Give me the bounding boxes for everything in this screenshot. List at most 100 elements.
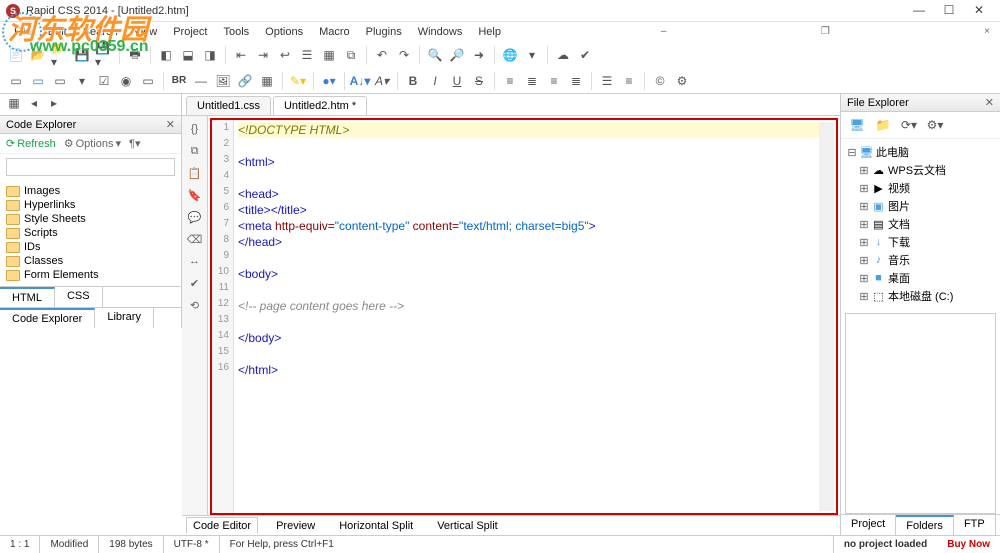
find-icon[interactable]: 🔍 (425, 45, 445, 65)
validate-icon[interactable]: ✔ (575, 45, 595, 65)
tree-item[interactable]: ⊞↓下载 (847, 233, 994, 251)
replace-icon[interactable]: 🔎 (447, 45, 467, 65)
line-numbers-icon[interactable]: ☰ (297, 45, 317, 65)
code-editor[interactable]: 1234 5678 9101112 13141516 <!DOCTYPE HTM… (210, 118, 838, 515)
menu-macro[interactable]: Macro (311, 24, 358, 40)
font-style-icon[interactable]: A▾ (372, 71, 392, 91)
tab-vertical-split[interactable]: Vertical Split (431, 518, 504, 534)
menu-edit[interactable]: Edit (40, 24, 75, 40)
refresh-icon[interactable]: ⟳▾ (899, 115, 919, 135)
maximize-button[interactable]: ☐ (934, 1, 964, 21)
next-tab-icon[interactable]: ▸ (44, 93, 64, 113)
editor-scrollbar[interactable] (819, 122, 834, 511)
bookmark-toggle-icon[interactable]: 🔖 (186, 186, 204, 204)
list-ol-icon[interactable]: ≡ (619, 71, 639, 91)
tab-horizontal-split[interactable]: Horizontal Split (333, 518, 419, 534)
tree-item-classes[interactable]: Classes (6, 254, 175, 268)
highlight-icon[interactable]: ✎▾ (288, 71, 308, 91)
bookmark-icon[interactable]: ⧉ (341, 45, 361, 65)
tree-root[interactable]: ⊟🖥此电脑 (847, 143, 994, 161)
tab-list-icon[interactable]: ▦ (4, 93, 24, 113)
tree-item[interactable]: ⊞■桌面 (847, 269, 994, 287)
settings-icon[interactable]: ⚙▾ (925, 115, 945, 135)
browser-preview-icon[interactable]: 🌐 (500, 45, 520, 65)
align-center-icon[interactable]: ≣ (522, 71, 542, 91)
refresh-button[interactable]: ⟳Refresh (6, 137, 56, 150)
open-dropdown-icon[interactable]: 📁▾ (50, 45, 70, 65)
preview-dropdown-icon[interactable]: ▾ (522, 45, 542, 65)
spell-check-icon[interactable]: ✔ (186, 274, 204, 292)
ruler-icon[interactable]: ▦ (319, 45, 339, 65)
tree-item-ids[interactable]: IDs (6, 240, 175, 254)
list-ul-icon[interactable]: ☰ (597, 71, 617, 91)
textarea-icon[interactable]: ▭ (50, 71, 70, 91)
options-button[interactable]: ⚙Options▾ (64, 137, 121, 150)
menu-windows[interactable]: Windows (410, 24, 471, 40)
close-panel-icon[interactable]: ✕ (985, 96, 994, 109)
tab-html[interactable]: HTML (0, 287, 55, 307)
tree-item[interactable]: ⊞▣图片 (847, 197, 994, 215)
input-icon[interactable]: ▭ (28, 71, 48, 91)
table-icon[interactable]: ▦ (257, 71, 277, 91)
computer-icon[interactable]: 🖥 (847, 115, 867, 135)
tab-ftp[interactable]: FTP (954, 515, 996, 535)
file-tab-1[interactable]: Untitled1.css (186, 96, 271, 115)
hr-icon[interactable]: — (191, 71, 211, 91)
radio-icon[interactable]: ◉ (116, 71, 136, 91)
indent-left-icon[interactable]: ⇤ (231, 45, 251, 65)
button-icon[interactable]: ▭ (138, 71, 158, 91)
tree-item[interactable]: ⊞▶视频 (847, 179, 994, 197)
child-close-button[interactable]: × (980, 25, 994, 39)
outline-icon[interactable]: 📋 (186, 164, 204, 182)
code-content[interactable]: <!DOCTYPE HTML> <html> <head> <title></t… (234, 120, 836, 513)
tree-item-images[interactable]: Images (6, 184, 175, 198)
italic-icon[interactable]: I (425, 71, 445, 91)
comment-icon[interactable]: 💬 (186, 208, 204, 226)
menu-project[interactable]: Project (165, 24, 215, 40)
uncomment-icon[interactable]: ⌫ (186, 230, 204, 248)
save-as-icon[interactable]: 💾▾ (94, 45, 114, 65)
br-button[interactable]: BR (169, 71, 189, 91)
tab-folders[interactable]: Folders (896, 515, 954, 535)
goto-icon[interactable]: ➜ (469, 45, 489, 65)
toggle-bottom-panel-icon[interactable]: ⬓ (178, 45, 198, 65)
tab-preview[interactable]: Preview (270, 518, 321, 534)
close-panel-icon[interactable]: ✕ (166, 118, 175, 131)
image-icon[interactable]: 🖼 (213, 71, 233, 91)
tree-item[interactable]: ⊞▤文档 (847, 215, 994, 233)
tab-library[interactable]: Library (95, 308, 154, 328)
search-input[interactable] (6, 158, 175, 176)
tree-item[interactable]: ⊞☁WPS云文档 (847, 161, 994, 179)
print-icon[interactable]: 🖶 (125, 45, 145, 65)
tidy-icon[interactable]: ⟲ (186, 296, 204, 314)
tab-project[interactable]: Project (841, 515, 896, 535)
special-char-icon[interactable]: © (650, 71, 670, 91)
align-left-icon[interactable]: ≡ (500, 71, 520, 91)
tree-item-hyperlinks[interactable]: Hyperlinks (6, 198, 175, 212)
menu-tools[interactable]: Tools (215, 24, 257, 40)
align-justify-icon[interactable]: ≣ (566, 71, 586, 91)
word-wrap-icon[interactable]: ↩ (275, 45, 295, 65)
filter-icon[interactable]: ¶▾ (129, 137, 140, 150)
link-icon[interactable]: 🔗 (235, 71, 255, 91)
buy-now-button[interactable]: Buy Now (937, 539, 1000, 550)
checkbox-icon[interactable]: ☑ (94, 71, 114, 91)
font-icon[interactable]: A↓▾ (350, 71, 370, 91)
menu-options[interactable]: Options (257, 24, 311, 40)
menu-help[interactable]: Help (470, 24, 509, 40)
file-tab-2[interactable]: Untitled2.htm * (273, 96, 367, 115)
save-icon[interactable]: 💾 (72, 45, 92, 65)
tree-item-scripts[interactable]: Scripts (6, 226, 175, 240)
upload-icon[interactable]: ☁ (553, 45, 573, 65)
collapse-all-icon[interactable]: {} (186, 120, 204, 138)
expand-all-icon[interactable]: ⧉ (186, 142, 204, 160)
prev-tab-icon[interactable]: ◂ (24, 93, 44, 113)
tab-code-explorer[interactable]: Code Explorer (0, 308, 95, 328)
align-right-icon[interactable]: ≡ (544, 71, 564, 91)
menu-search[interactable]: Search (75, 24, 126, 40)
tree-item[interactable]: ⊞♪音乐 (847, 251, 994, 269)
menu-plugins[interactable]: Plugins (358, 24, 410, 40)
folder-tree-icon[interactable]: 📁 (873, 115, 893, 135)
redo-icon[interactable]: ↷ (394, 45, 414, 65)
close-button[interactable]: ✕ (964, 1, 994, 21)
